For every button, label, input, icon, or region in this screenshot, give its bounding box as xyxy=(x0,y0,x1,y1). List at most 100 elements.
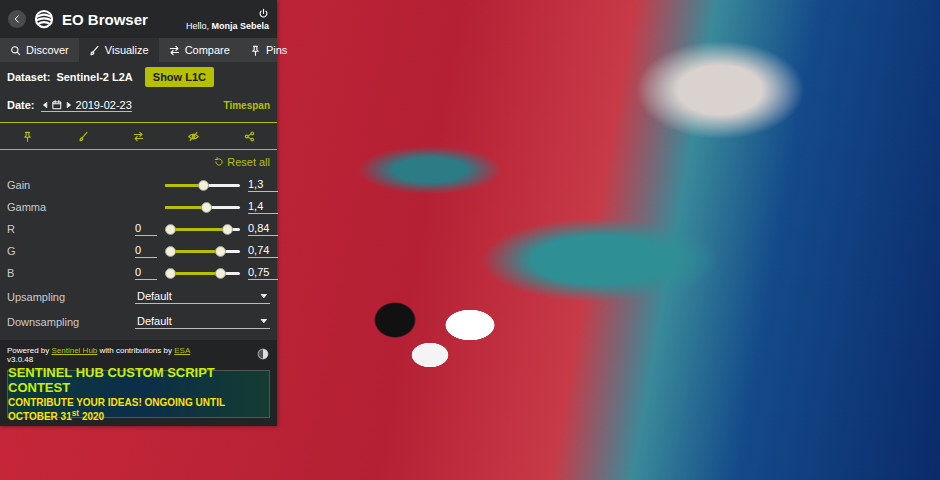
dataset-value: Sentinel-2 L2A xyxy=(56,71,132,83)
slider-track[interactable] xyxy=(165,272,240,275)
footer: Powered by Sentinel Hub with contributio… xyxy=(0,340,277,426)
date-value[interactable]: 2019-02-23 xyxy=(76,99,132,111)
min-cell: 0 xyxy=(135,222,157,236)
slider-value[interactable]: 0,74 xyxy=(248,244,278,258)
slider-thumb[interactable] xyxy=(222,224,233,235)
slider-label: B xyxy=(7,267,135,279)
select-value[interactable]: Default xyxy=(137,290,172,302)
theme-toggle-icon[interactable] xyxy=(257,348,269,360)
banner-tail[interactable]: 2020 xyxy=(79,412,104,423)
tab-label[interactable]: Pins xyxy=(266,44,287,56)
select-row: UpsamplingDefault xyxy=(0,284,277,309)
dropdown-arrow-icon[interactable] xyxy=(260,292,268,300)
slider-track[interactable] xyxy=(165,206,240,209)
slider-value[interactable]: 1,4 xyxy=(248,200,278,214)
pin-icon[interactable] xyxy=(250,45,261,56)
banner-subtitle[interactable]: CONTRIBUTE YOUR IDEAS! ONGOING UNTIL OCT… xyxy=(8,397,269,422)
select-box[interactable]: Default xyxy=(135,314,270,329)
brush-icon[interactable] xyxy=(89,45,100,56)
min-input[interactable]: 0 xyxy=(135,222,157,236)
esa-link[interactable]: ESA xyxy=(174,346,190,355)
logo-icon xyxy=(34,9,54,29)
search-icon[interactable] xyxy=(10,45,21,56)
slider-row: B0 0,75 xyxy=(0,262,277,284)
credits-text: with contributions by xyxy=(97,346,174,355)
banner-sup[interactable]: st xyxy=(72,408,79,418)
min-cell: 0 xyxy=(135,244,157,258)
reset-row: Reset all xyxy=(0,150,277,174)
sentinel-hub-link[interactable]: Sentinel Hub xyxy=(51,346,97,355)
slider-track[interactable] xyxy=(165,184,240,187)
calendar-icon[interactable] xyxy=(52,100,62,110)
user-name: Monja Sebela xyxy=(211,21,269,31)
toolbar xyxy=(0,122,277,150)
select-box[interactable]: Default xyxy=(135,289,270,304)
header: EO Browser Hello, Monja Sebela xyxy=(0,0,277,38)
slider-thumb[interactable] xyxy=(215,268,226,279)
slider-track[interactable] xyxy=(165,250,240,253)
dataset-row: Dataset: Sentinel-2 L2A Show L1C xyxy=(0,62,277,92)
min-input[interactable]: 0 xyxy=(135,266,157,280)
select-label: Downsampling xyxy=(7,316,135,328)
banner-title[interactable]: SENTINEL HUB CUSTOM SCRIPT CONTEST xyxy=(8,365,269,395)
share-icon[interactable] xyxy=(244,131,255,142)
dropdown-arrow-icon[interactable] xyxy=(260,317,268,325)
slider-track[interactable] xyxy=(165,228,240,231)
reset-icon[interactable] xyxy=(214,157,224,167)
tab[interactable]: Pins xyxy=(240,38,297,62)
slider-thumb[interactable] xyxy=(215,246,226,257)
slider-low-thumb[interactable] xyxy=(165,268,176,279)
back-button[interactable] xyxy=(8,10,26,28)
user-area: Hello, Monja Sebela xyxy=(186,8,269,31)
eye-slash-icon[interactable] xyxy=(188,131,199,142)
min-cell: 0 xyxy=(135,266,157,280)
back-icon[interactable] xyxy=(12,14,22,24)
pin-icon[interactable] xyxy=(22,131,33,142)
date-row: Date:2019-02-23Timespan xyxy=(0,92,277,118)
contest-banner[interactable]: SENTINEL HUB CUSTOM SCRIPT CONTESTCONTRI… xyxy=(7,370,270,418)
greeting: Hello, Monja Sebela xyxy=(186,21,269,31)
credits-text: Powered by xyxy=(7,346,51,355)
tab-bar: DiscoverVisualizeComparePins xyxy=(0,38,277,62)
next-date-icon[interactable] xyxy=(65,101,73,109)
slider-row: R0 0,84 xyxy=(0,218,277,240)
swap-icon[interactable] xyxy=(169,45,180,56)
slider-value[interactable]: 0,75 xyxy=(248,266,278,280)
app-title: EO Browser xyxy=(62,11,178,28)
dataset-label: Dataset: xyxy=(7,71,50,83)
show-l1c-button[interactable]: Show L1C xyxy=(145,67,214,87)
slider-label: R xyxy=(7,223,135,235)
min-input[interactable]: 0 xyxy=(135,244,157,258)
date-picker[interactable]: 2019-02-23 xyxy=(41,99,132,112)
version: v3.0.48 xyxy=(7,355,270,364)
slider-thumb[interactable] xyxy=(198,180,209,191)
timespan-link[interactable]: Timespan xyxy=(224,100,271,111)
visualize-panel: EO Browser Hello, Monja Sebela Discover Vis… xyxy=(0,0,277,426)
select-label: Upsampling xyxy=(7,291,135,303)
slider-label: Gamma xyxy=(7,201,135,213)
slider-row: G00,74 xyxy=(0,240,277,262)
select-row: DownsamplingDefault xyxy=(0,309,277,334)
slider-row: Gain1,3 xyxy=(0,174,277,196)
swap-icon[interactable] xyxy=(133,131,144,142)
slider-row: Gamma 1,4 xyxy=(0,196,277,218)
tab[interactable]: Compare xyxy=(159,38,240,62)
select-value[interactable]: Default xyxy=(137,315,172,327)
slider-low-thumb[interactable] xyxy=(165,224,176,235)
tab-label[interactable]: Compare xyxy=(185,44,230,56)
slider-value[interactable]: 1,3 xyxy=(248,178,278,192)
greeting-text: Hello, xyxy=(186,21,212,31)
slider-value[interactable]: 0,84 xyxy=(248,222,278,236)
tab[interactable]: Visualize xyxy=(79,38,159,62)
slider-thumb[interactable] xyxy=(201,202,212,213)
power-icon[interactable] xyxy=(258,8,269,19)
credits: Powered by Sentinel Hub with contributio… xyxy=(7,346,270,355)
banner-subtitle-text[interactable]: CONTRIBUTE YOUR IDEAS! ONGOING UNTIL OCT… xyxy=(8,397,225,422)
tab[interactable]: Discover xyxy=(0,38,79,62)
prev-date-icon[interactable] xyxy=(41,101,49,109)
tab-label[interactable]: Visualize xyxy=(105,44,149,56)
brush-icon[interactable] xyxy=(78,131,89,142)
tab-label[interactable]: Discover xyxy=(26,44,69,56)
reset-all-button[interactable]: Reset all xyxy=(227,156,270,168)
slider-low-thumb[interactable] xyxy=(165,246,176,257)
